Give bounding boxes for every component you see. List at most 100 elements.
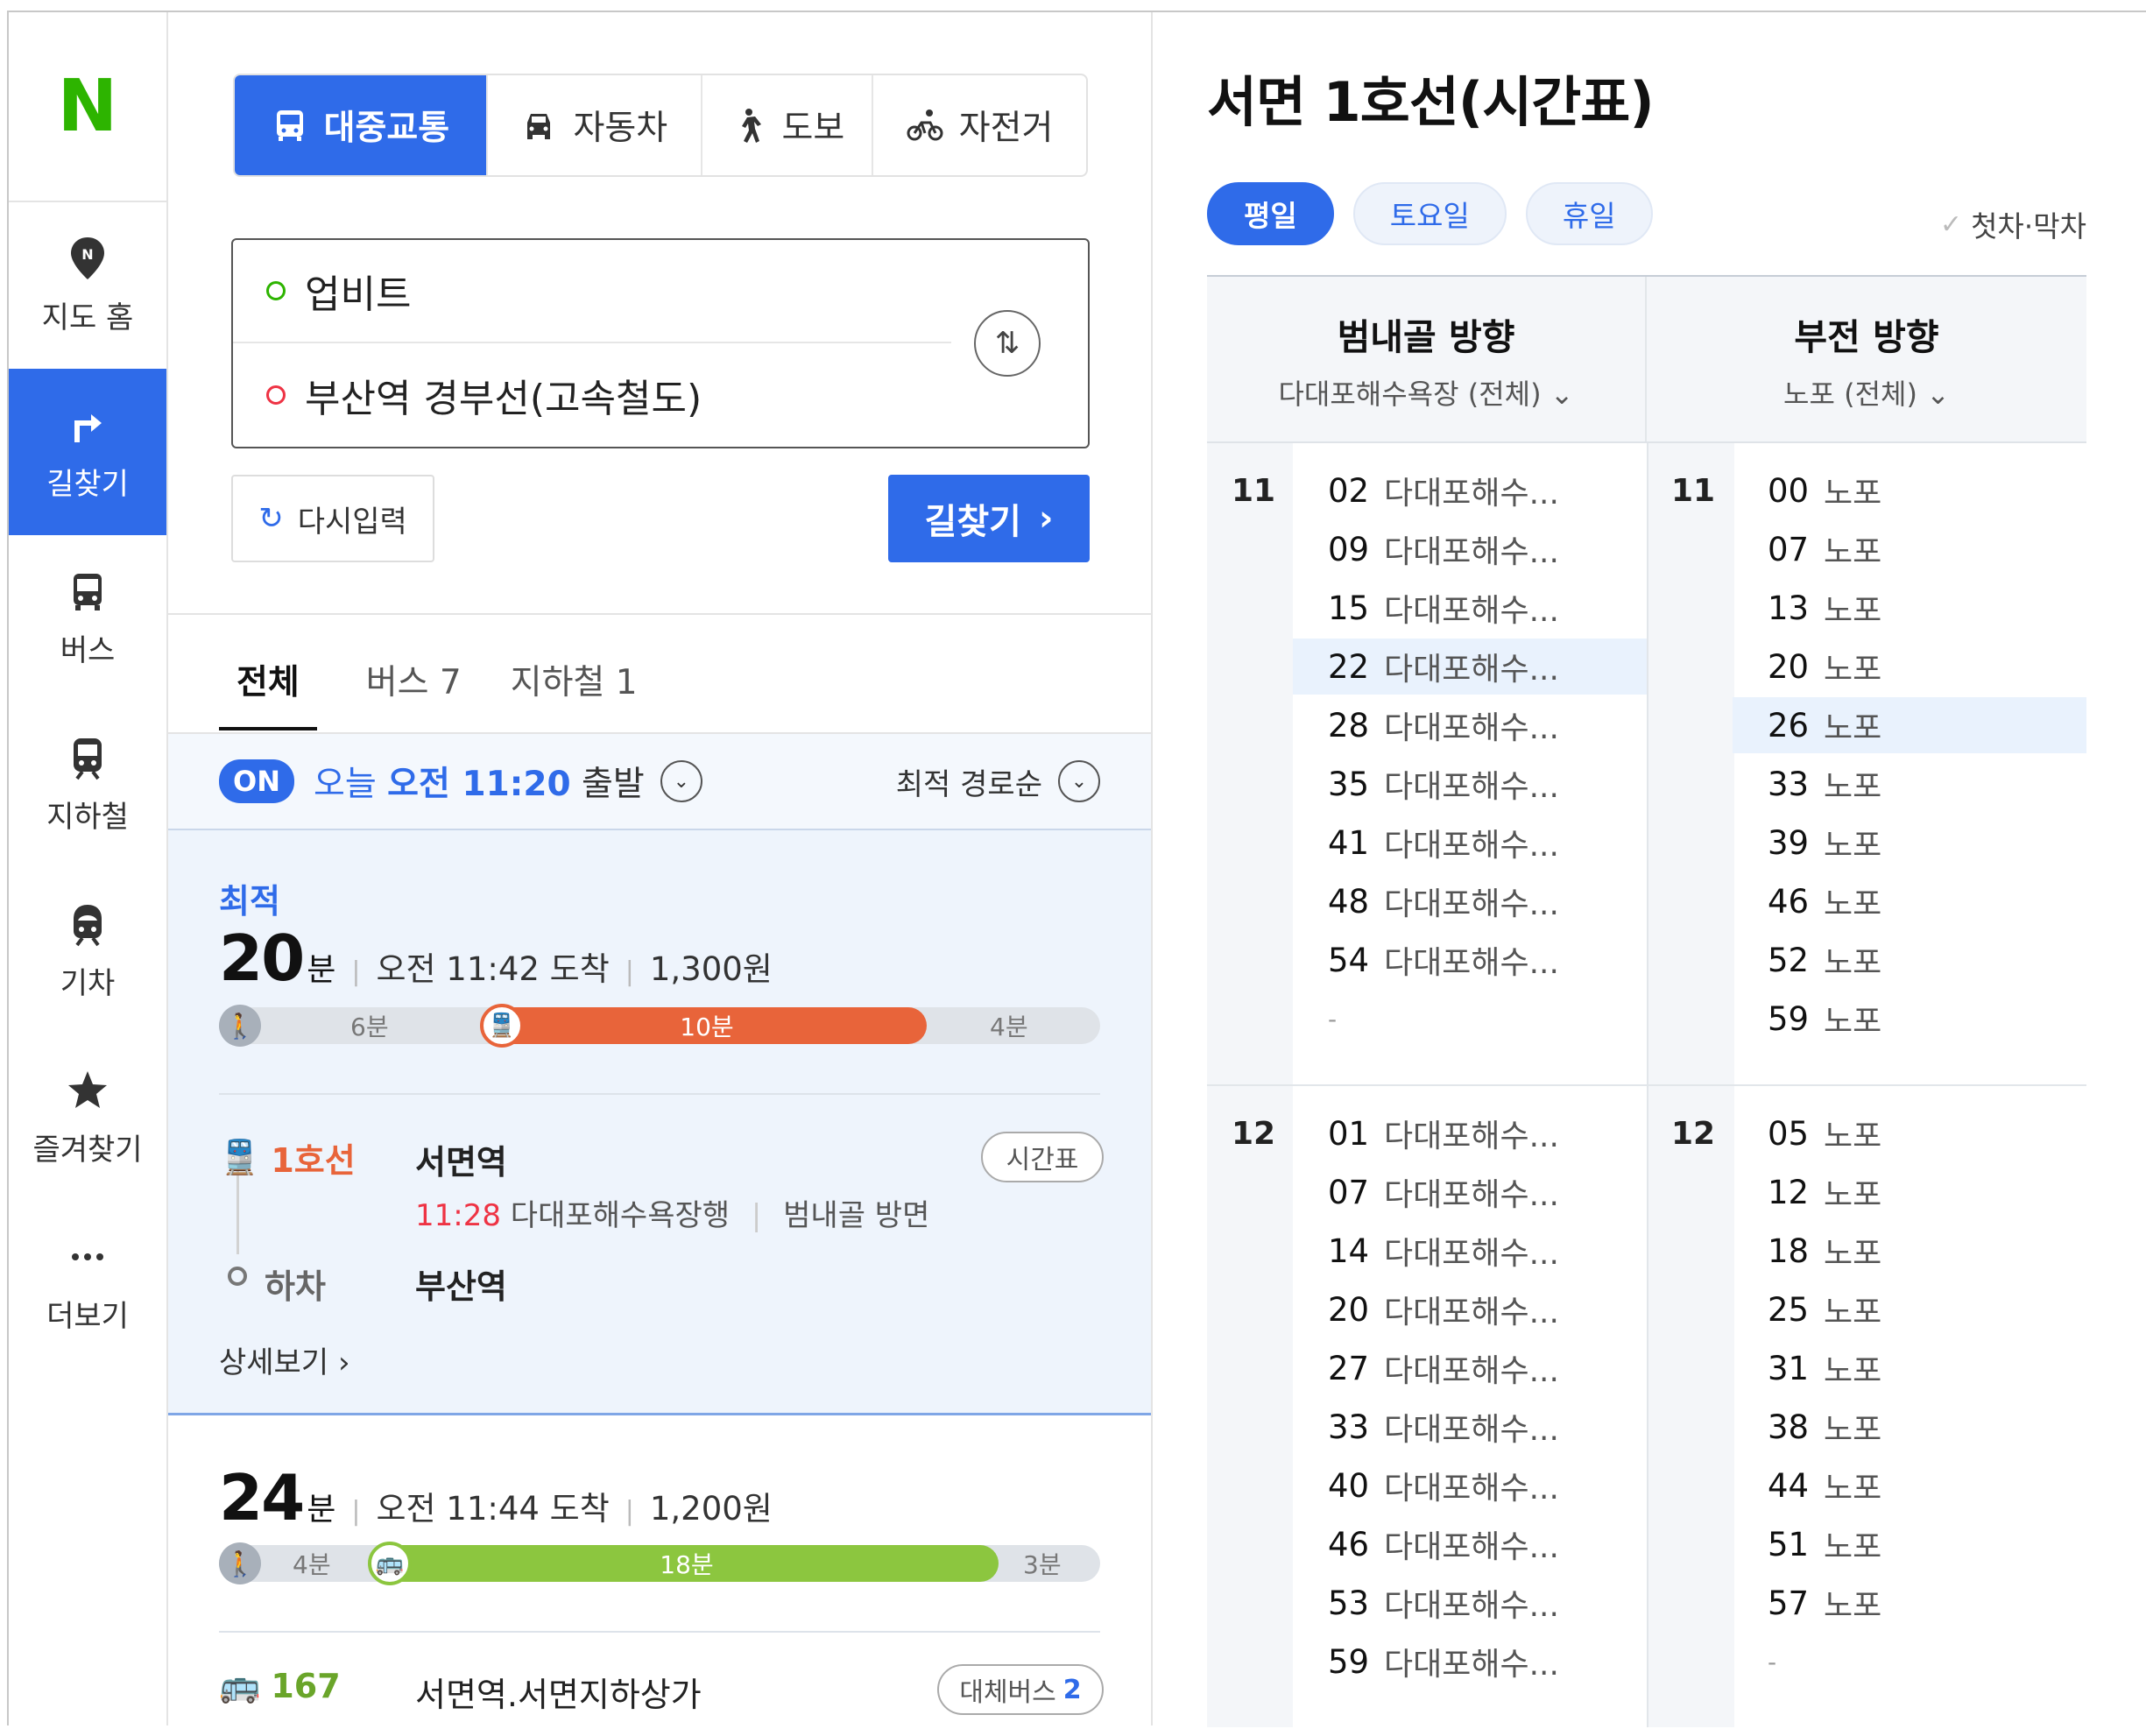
- day-type-tabs: 평일 토요일 휴일: [1207, 182, 1653, 245]
- departure-entry[interactable]: 12 노포: [1733, 1164, 2086, 1220]
- departure-entry[interactable]: 26 노포: [1733, 697, 2086, 753]
- departure-entry[interactable]: 02 다대포해수...: [1293, 462, 1647, 519]
- hour-label: 11: [1232, 473, 1276, 509]
- departure-entry[interactable]: 52 노포: [1733, 932, 2086, 988]
- find-route-button[interactable]: 길찾기 ›: [888, 475, 1090, 562]
- timetable-button[interactable]: 시간표: [981, 1132, 1104, 1182]
- tab-holiday[interactable]: 휴일: [1525, 182, 1653, 245]
- tab-subway[interactable]: 지하철 1: [511, 634, 638, 730]
- alight-station[interactable]: 부산역: [415, 1260, 507, 1308]
- on-toggle-badge[interactable]: ON: [219, 759, 294, 803]
- origin-value: 업비트: [305, 272, 412, 317]
- tab-bus[interactable]: 버스 7: [366, 634, 462, 730]
- mode-tab-bicycle[interactable]: 자전거: [873, 75, 1086, 175]
- mode-tab-transit[interactable]: 대중교통: [235, 75, 488, 175]
- bicycle-icon: [907, 109, 943, 141]
- destination-filter[interactable]: 다대포해수욕장 (전체) ⌄: [1278, 372, 1573, 413]
- duration-unit: 분: [307, 1492, 336, 1528]
- departure-entry[interactable]: 25 노포: [1733, 1281, 2086, 1337]
- svg-text:N: N: [81, 246, 93, 263]
- departure-prefix: 오늘: [313, 765, 377, 804]
- departure-entry[interactable]: 22 다대포해수...: [1293, 639, 1647, 695]
- route-result-card[interactable]: 24 분 | 오전 11:44 도착 | 1,200원 🚶 4분 18분 🚌 3…: [168, 1415, 1151, 1725]
- direction-column-header: 범내골 방향 다대포해수욕장 (전체) ⌄: [1207, 277, 1647, 443]
- chevron-down-icon[interactable]: ⌄: [660, 760, 702, 802]
- mode-tab-car[interactable]: 자동차: [488, 75, 702, 175]
- departure-entry[interactable]: 13 노포: [1733, 580, 2086, 636]
- walk-duration: 4분: [990, 1013, 1028, 1041]
- departure-entry[interactable]: 20 다대포해수...: [1293, 1281, 1647, 1337]
- departure-destination: 노포: [1824, 1295, 1882, 1330]
- departure-entry[interactable]: 01 다대포해수...: [1293, 1105, 1647, 1161]
- sort-dropdown[interactable]: 최적 경로순 ⌄: [896, 760, 1100, 803]
- tab-all[interactable]: 전체: [219, 634, 317, 730]
- board-station[interactable]: 서면역: [415, 1135, 507, 1183]
- board-station[interactable]: 서면역.서면지하상가: [415, 1668, 702, 1716]
- departure-time-text[interactable]: 오늘 오전 11:20 출발: [314, 757, 645, 806]
- departure-destination: 노포: [1824, 476, 1882, 512]
- mode-tab-walk[interactable]: 도보: [702, 75, 874, 175]
- tab-saturday[interactable]: 토요일: [1352, 182, 1507, 245]
- departure-minute: 26: [1768, 706, 1810, 745]
- departure-entry[interactable]: 39 노포: [1733, 815, 2086, 871]
- transport-mode-tabs: 대중교통 자동차 도보 자전거: [233, 74, 1088, 177]
- departure-destination: 다대포해수...: [1384, 1647, 1559, 1683]
- route-summary: 20 분 | 오전 11:42 도착 | 1,300원: [219, 921, 773, 995]
- departure-entry[interactable]: -: [1733, 1634, 2086, 1690]
- duration-minutes: 20: [219, 921, 305, 995]
- departure-entry[interactable]: 46 노포: [1733, 873, 2086, 929]
- departure-entry[interactable]: 33 다대포해수...: [1293, 1399, 1647, 1455]
- details-link[interactable]: 상세보기 ›: [219, 1338, 350, 1381]
- departure-entry[interactable]: 33 노포: [1733, 756, 2086, 812]
- departure-entry[interactable]: 18 노포: [1733, 1223, 2086, 1279]
- departure-entry[interactable]: 59 다대포해수...: [1293, 1634, 1647, 1690]
- rail-item-directions[interactable]: 길찾기: [9, 369, 166, 535]
- departure-entry[interactable]: 57 노포: [1733, 1575, 2086, 1631]
- destination-dot-icon: [266, 385, 286, 405]
- destination-field[interactable]: 부산역 경부선(고속철도): [233, 343, 1088, 447]
- departure-entry[interactable]: 31 노포: [1733, 1340, 2086, 1396]
- rail-item-train[interactable]: 기차: [9, 868, 166, 1034]
- departure-entry[interactable]: 38 노포: [1733, 1399, 2086, 1455]
- departure-entry[interactable]: 07 다대포해수...: [1293, 1164, 1647, 1220]
- departure-entry[interactable]: 48 다대포해수...: [1293, 873, 1647, 929]
- departure-entry[interactable]: 41 다대포해수...: [1293, 815, 1647, 871]
- origin-field[interactable]: 업비트: [233, 240, 951, 343]
- tab-weekday[interactable]: 평일: [1207, 182, 1334, 245]
- departure-entry[interactable]: 54 다대포해수...: [1293, 932, 1647, 988]
- departure-entry[interactable]: 28 다대포해수...: [1293, 697, 1647, 753]
- rail-item-map-home[interactable]: N 지도 홈: [9, 202, 166, 369]
- departure-entry[interactable]: 09 다대포해수...: [1293, 521, 1647, 577]
- rail-item-favorites[interactable]: 즐겨찾기: [9, 1034, 166, 1201]
- departure-entry[interactable]: 15 다대포해수...: [1293, 580, 1647, 636]
- rail-item-subway[interactable]: 지하철: [9, 702, 166, 868]
- departure-entry[interactable]: 35 다대포해수...: [1293, 756, 1647, 812]
- departure-minute: 02: [1328, 471, 1370, 510]
- departure-entry[interactable]: 51 노포: [1733, 1516, 2086, 1572]
- departure-entry[interactable]: 27 다대포해수...: [1293, 1340, 1647, 1396]
- mode-label: 대중교통: [323, 109, 450, 148]
- departure-entry[interactable]: 40 다대포해수...: [1293, 1457, 1647, 1514]
- departure-entry[interactable]: 44 노포: [1733, 1457, 2086, 1514]
- swap-route-button[interactable]: ⇅: [974, 310, 1041, 377]
- departure-entry[interactable]: -: [1293, 991, 1647, 1047]
- route-result-card[interactable]: 최적 20 분 | 오전 11:42 도착 | 1,300원 🚶 6분 10분 …: [168, 830, 1151, 1415]
- logo-text: N: [57, 65, 118, 148]
- departure-destination: 다대포해수...: [1384, 1529, 1559, 1565]
- departure-entry[interactable]: 05 노포: [1733, 1105, 2086, 1161]
- destination-filter[interactable]: 노포 (전체) ⌄: [1783, 372, 1950, 413]
- alternative-bus-button[interactable]: 대체버스 2: [937, 1664, 1104, 1715]
- departure-entry[interactable]: 59 노포: [1733, 991, 2086, 1047]
- departure-entry[interactable]: 53 다대포해수...: [1293, 1575, 1647, 1631]
- reset-input-button[interactable]: ↻ 다시입력: [231, 475, 434, 562]
- departure-minute: 22: [1328, 647, 1370, 686]
- departure-entry[interactable]: 14 다대포해수...: [1293, 1223, 1647, 1279]
- naver-logo[interactable]: N: [9, 12, 166, 202]
- rail-item-more[interactable]: 더보기: [9, 1201, 166, 1367]
- departure-entry[interactable]: 46 다대포해수...: [1293, 1516, 1647, 1572]
- departure-entry[interactable]: 07 노포: [1733, 521, 2086, 577]
- departure-entry[interactable]: 20 노포: [1733, 639, 2086, 695]
- rail-item-bus[interactable]: 버스: [9, 535, 166, 702]
- first-last-toggle[interactable]: ✓ 첫차·막차: [1940, 203, 2086, 245]
- departure-entry[interactable]: 00 노포: [1733, 462, 2086, 519]
